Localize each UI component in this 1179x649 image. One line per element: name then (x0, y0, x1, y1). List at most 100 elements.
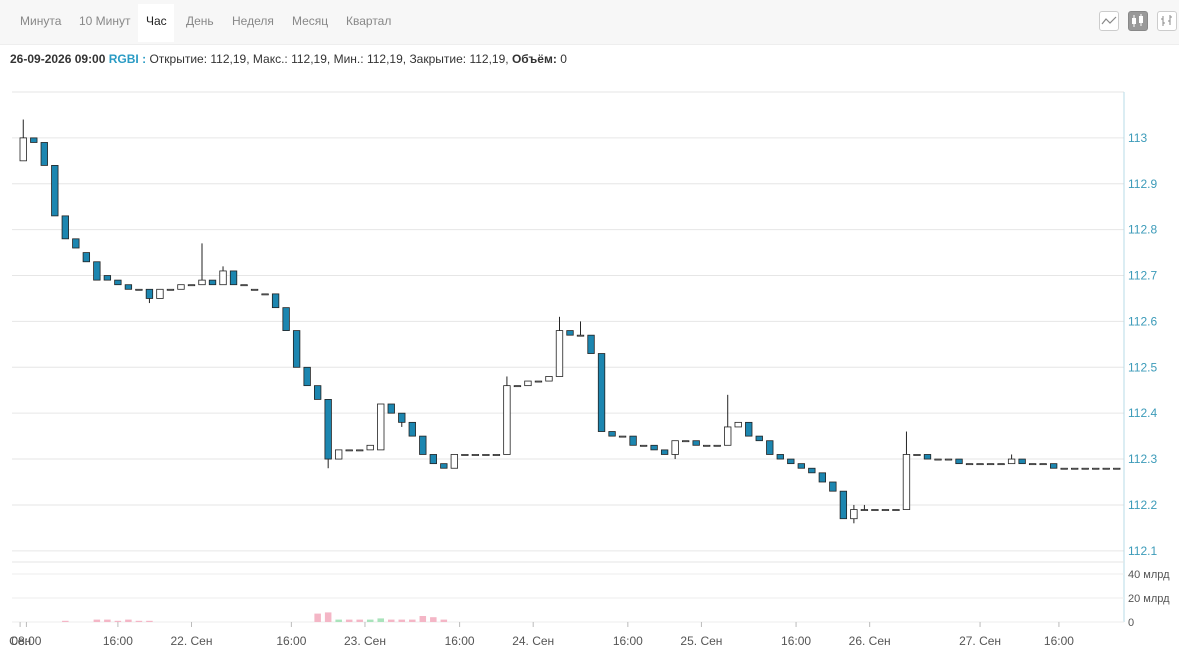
candle[interactable] (503, 385, 511, 455)
candle[interactable] (356, 449, 364, 452)
candle[interactable] (724, 426, 732, 446)
candle[interactable] (282, 307, 290, 331)
candle[interactable] (240, 284, 248, 287)
candle[interactable] (1049, 463, 1058, 469)
candle[interactable] (177, 284, 185, 290)
candle[interactable] (776, 454, 784, 460)
candle[interactable] (156, 288, 164, 299)
candle[interactable] (271, 293, 280, 309)
candle[interactable] (93, 261, 101, 281)
candle[interactable] (229, 270, 238, 286)
candle[interactable] (492, 454, 501, 456)
candle[interactable] (1102, 467, 1110, 470)
candle[interactable] (955, 458, 963, 465)
candle[interactable] (986, 463, 995, 466)
candle[interactable] (387, 403, 395, 414)
candle[interactable] (745, 421, 753, 437)
candle[interactable] (1028, 463, 1037, 466)
candle[interactable] (913, 454, 921, 456)
candle[interactable] (713, 444, 721, 447)
candle[interactable] (587, 334, 595, 354)
candle[interactable] (82, 252, 91, 263)
candle[interactable] (597, 353, 606, 432)
candle[interactable] (377, 403, 385, 451)
candle[interactable] (72, 238, 80, 249)
candle[interactable] (303, 366, 311, 387)
candle[interactable] (482, 454, 490, 456)
candle[interactable] (513, 385, 522, 388)
candle[interactable] (871, 509, 879, 511)
candle[interactable] (30, 137, 38, 143)
candle[interactable] (976, 463, 984, 466)
candle[interactable] (997, 463, 1005, 466)
candle[interactable] (335, 449, 343, 460)
candle[interactable] (1092, 467, 1100, 470)
candle[interactable] (1060, 467, 1068, 470)
candle[interactable] (51, 165, 59, 217)
candle[interactable] (639, 444, 648, 447)
candle[interactable] (461, 454, 469, 456)
candle[interactable] (524, 380, 532, 387)
candle[interactable] (366, 444, 374, 451)
candle[interactable] (166, 288, 175, 291)
candle[interactable] (734, 421, 742, 428)
candle[interactable] (555, 330, 564, 377)
candle[interactable] (681, 440, 690, 443)
candle[interactable] (345, 449, 353, 452)
candle[interactable] (429, 454, 437, 465)
candle[interactable] (923, 454, 932, 460)
candle[interactable] (1039, 463, 1047, 466)
candle[interactable] (40, 142, 48, 166)
candle[interactable] (440, 463, 448, 469)
candle[interactable] (576, 334, 585, 337)
candle[interactable] (1081, 467, 1089, 470)
candle[interactable] (61, 215, 69, 240)
candle[interactable] (650, 444, 658, 451)
candle[interactable] (660, 449, 669, 455)
candle[interactable] (860, 509, 869, 511)
candle[interactable] (208, 279, 217, 286)
candle[interactable] (398, 412, 406, 423)
candle[interactable] (187, 284, 196, 287)
candle[interactable] (145, 288, 154, 299)
candle[interactable] (534, 380, 543, 383)
candle[interactable] (944, 458, 953, 461)
candle[interactable] (608, 431, 616, 437)
candle[interactable] (829, 481, 837, 492)
candle[interactable] (114, 279, 122, 286)
candle[interactable] (1071, 467, 1079, 470)
candle[interactable] (1007, 458, 1016, 465)
candle[interactable] (566, 330, 574, 336)
candle[interactable] (618, 435, 627, 438)
candle[interactable] (135, 288, 143, 291)
candle[interactable] (629, 435, 637, 446)
candle[interactable] (1018, 458, 1026, 465)
candle[interactable] (103, 275, 112, 281)
candle[interactable] (198, 279, 206, 286)
candle[interactable] (250, 288, 259, 291)
candle[interactable] (755, 435, 763, 442)
candle[interactable] (292, 330, 301, 368)
candle[interactable] (766, 440, 774, 455)
candle[interactable] (818, 472, 827, 483)
candle[interactable] (419, 435, 427, 455)
candlestick-chart[interactable]: 113 112.9 112.8 112.7 112.6 112.5 112.4 112.3 11… (0, 0, 1179, 649)
candle[interactable] (902, 454, 911, 510)
candle[interactable] (408, 421, 416, 437)
candle[interactable] (850, 509, 858, 520)
candle[interactable] (313, 385, 322, 400)
candle[interactable] (703, 444, 711, 447)
candle[interactable] (797, 463, 805, 469)
candle[interactable] (545, 376, 553, 382)
candle[interactable] (261, 293, 269, 296)
candle[interactable] (124, 284, 133, 290)
candle[interactable] (965, 463, 974, 466)
candle[interactable] (892, 509, 900, 511)
candle[interactable] (839, 490, 848, 520)
candle[interactable] (19, 137, 27, 162)
candle[interactable] (1113, 467, 1121, 470)
candle[interactable] (471, 454, 480, 456)
candle[interactable] (881, 509, 890, 511)
candle[interactable] (808, 467, 816, 474)
candle[interactable] (692, 440, 700, 446)
